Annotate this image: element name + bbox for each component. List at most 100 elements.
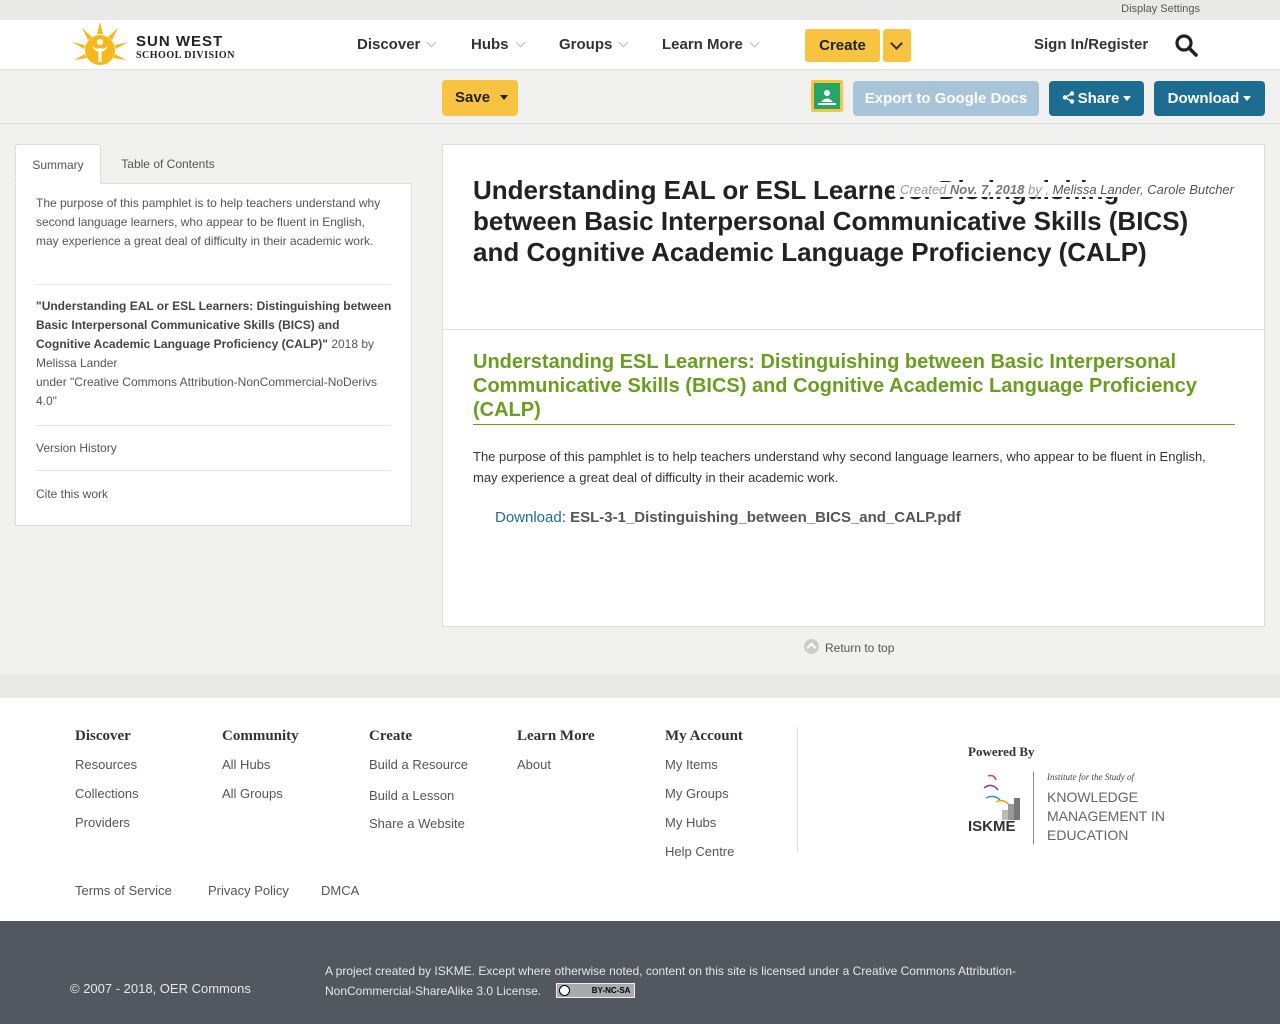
create-button[interactable]: Create [805,29,880,62]
nav-hubs[interactable]: Hubs [471,36,525,53]
nav-discover-label: Discover [357,36,421,53]
arrow-up-circle-icon [804,639,819,655]
created-label: Created [900,182,947,197]
summary-text: The purpose of this pamphlet is to help … [36,196,381,248]
powered-by-label: Powered By [968,744,1035,759]
license-text: A project created by ISKME. Except where… [325,964,1017,998]
nav-groups-label: Groups [559,36,613,53]
display-settings-link[interactable]: Display Settings [1121,3,1200,15]
chevron-down-icon [749,37,760,48]
sign-in-register-link[interactable]: Sign In/Register [1034,36,1148,53]
sidebar-tabs: Summary Table of Contents [15,144,412,184]
nav-discover[interactable]: Discover [357,36,437,53]
footer-link[interactable]: About [517,757,551,772]
share-icon [1062,90,1074,104]
iskme-mark: ISKME [968,818,1016,835]
attribution-year-by: 2018 by [331,337,375,351]
search-icon[interactable] [1174,33,1198,57]
footer-link[interactable]: All Groups [222,786,283,801]
export-google-docs-button[interactable]: Export to Google Docs [853,81,1039,116]
share-button[interactable]: Share [1049,81,1144,116]
share-label: Share [1077,90,1120,107]
tab-summary[interactable]: Summary [15,144,101,184]
divider [443,329,1264,330]
chevron-down-icon [515,37,525,48]
caret-down-icon [500,95,509,100]
download-button[interactable]: Download [1154,81,1265,116]
iskme-logo[interactable]: ISKME Institute for the Study of KNOWLED… [968,770,1173,846]
tab-table-of-contents[interactable]: Table of Contents [111,144,225,184]
footer-divider [797,727,798,852]
save-label: Save [455,89,491,106]
footer-link[interactable]: Build a Lesson [369,788,454,803]
logo-subtitle: SCHOOL DIVISION [136,50,235,61]
resource-meta: Created Nov. 7, 2018 by , Melissa Lander… [894,182,1234,197]
privacy-policy-link[interactable]: Privacy Policy [208,883,289,898]
license-notice: A project created by ISKME. Except where… [325,961,1065,1001]
divider [36,425,391,426]
attribution-author: Melissa Lander [36,356,118,370]
resource-description: The purpose of this pamphlet is to help … [473,449,1206,485]
footer-link[interactable]: Build a Resource [369,757,468,772]
version-history-link[interactable]: Version History [36,441,117,455]
footer-link[interactable]: Collections [75,786,139,801]
return-to-top-link[interactable]: Return to top [804,639,895,656]
chevron-down-icon [890,37,903,50]
footer-community-heading: Community [222,728,299,744]
terms-of-service-link[interactable]: Terms of Service [75,883,172,898]
cite-this-work-link[interactable]: Cite this work [36,487,108,501]
bottom-bar: © 2007 - 2018, OER Commons A project cre… [0,921,1280,1024]
utility-bar: Display Settings [0,0,1280,20]
file-download: Download: ESL-3-1_Distinguishing_between… [495,509,961,526]
footer-link[interactable]: My Groups [665,786,729,801]
author-link[interactable]: Melissa Lander [1053,182,1140,197]
attribution: "Understanding EAL or ESL Learners: Dist… [36,297,396,411]
created-date: Nov. 7, 2018 [949,182,1025,197]
nav-learn-more-label: Learn More [662,36,743,53]
create-dropdown-toggle[interactable] [883,29,911,62]
chevron-down-icon [426,37,437,48]
caret-down-icon [1123,96,1132,101]
sidebar-panel: The purpose of this pamphlet is to help … [15,183,412,526]
iskme-tagline: Institute for the Study of [1047,772,1134,782]
footer-link[interactable]: My Hubs [665,815,716,830]
divider [36,284,391,285]
save-button[interactable]: Save [442,80,518,116]
author-separator: , [1140,182,1144,197]
iskme-divider [1033,772,1034,844]
download-link[interactable]: Download [495,509,562,526]
site-logo[interactable]: SUN WEST SCHOOL DIVISION [70,20,240,70]
nav-groups[interactable]: Groups [559,36,629,53]
footer-link[interactable]: All Hubs [222,757,270,772]
footer-separator [0,674,1280,698]
footer-link[interactable]: Share a Website [369,816,465,831]
download-filename-link[interactable]: ESL-3-1_Distinguishing_between_BICS_and_… [570,509,961,526]
author-link[interactable]: Carole Butcher [1147,182,1234,197]
footer-my-account-heading: My Account [665,728,743,744]
nav-hubs-label: Hubs [471,36,509,53]
resource-toolbar: Save Export to Google Docs Share Downloa… [0,71,1280,124]
footer-link[interactable]: My Items [665,757,718,772]
footer-discover-heading: Discover [75,728,131,744]
google-classroom-inner [814,83,840,109]
logo-name: SUN WEST [136,33,224,50]
download-colon: : [561,509,566,526]
cc-license-badge[interactable]: BY-NC-SA [556,983,636,999]
footer-link[interactable]: Providers [75,815,130,830]
site-footer: Discover Resources Collections Providers… [0,698,1280,921]
divider [36,470,391,471]
chevron-down-icon [618,37,629,48]
footer-create-heading: Create [369,728,413,744]
footer-link[interactable]: Resources [75,757,137,772]
dmca-link[interactable]: DMCA [321,883,359,898]
iskme-figure-icon [983,774,1020,820]
by-label: by , [1027,182,1049,197]
classroom-person-icon [818,90,836,105]
google-classroom-icon[interactable] [811,80,843,112]
footer-link[interactable]: Help Centre [665,844,734,859]
section-title: Understanding ESL Learners: Distinguishi… [473,350,1235,425]
return-to-top-label: Return to top [825,641,895,655]
nav-learn-more[interactable]: Learn More [662,36,760,53]
copyright: © 2007 - 2018, OER Commons [70,981,251,996]
iskme-name-line: EDUCATION [1047,827,1129,843]
